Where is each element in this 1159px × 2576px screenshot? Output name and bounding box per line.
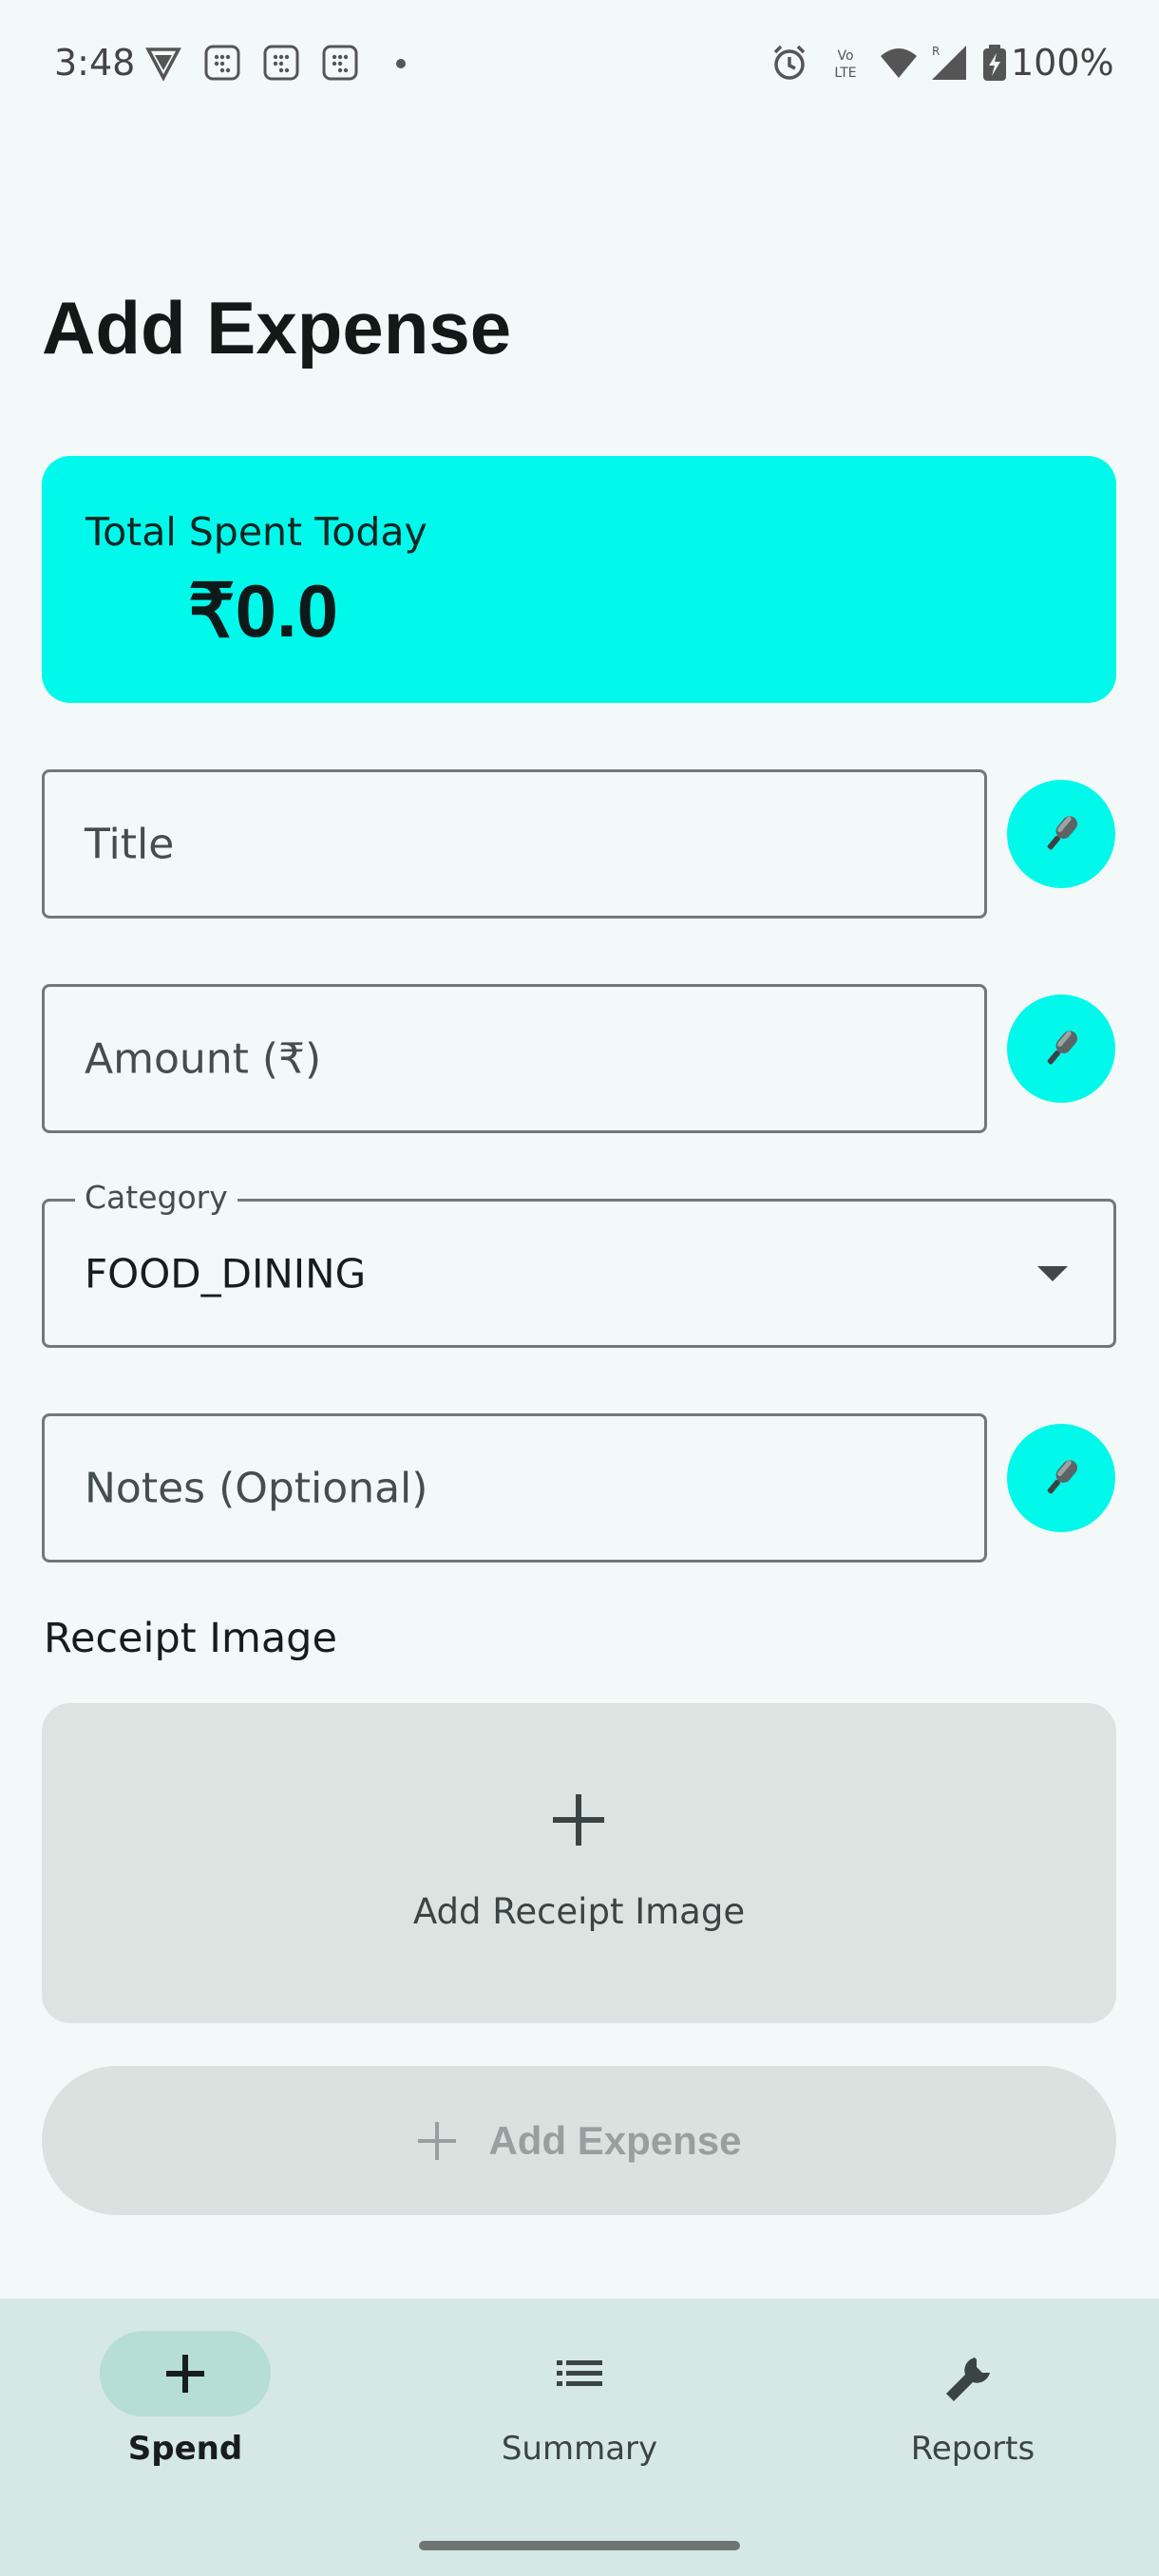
svg-text:R: R bbox=[932, 45, 940, 58]
battery-charging-icon bbox=[983, 45, 1006, 81]
add-receipt-image-label: Add Receipt Image bbox=[412, 1891, 746, 1932]
app-notification-icon bbox=[204, 45, 240, 81]
amount-field[interactable]: Amount (₹) bbox=[42, 984, 987, 1133]
nav-label-reports: Reports bbox=[910, 2430, 1036, 2468]
alarm-icon bbox=[773, 45, 806, 80]
plus-icon bbox=[166, 2355, 204, 2393]
category-dropdown[interactable]: Category FOOD_DINING bbox=[42, 1179, 1116, 1348]
amount-mic-button[interactable] bbox=[1007, 994, 1115, 1103]
microphone-icon bbox=[1047, 1031, 1077, 1065]
title-placeholder: Title bbox=[85, 820, 175, 868]
plus-icon bbox=[553, 1794, 604, 1846]
amount-placeholder: Amount (₹) bbox=[85, 1034, 322, 1083]
nav-label-summary: Summary bbox=[501, 2430, 658, 2468]
total-spent-label: Total Spent Today bbox=[86, 509, 428, 555]
bottom-navigation: Spend Summary Reports bbox=[0, 2299, 1159, 2576]
microphone-icon bbox=[1047, 816, 1077, 850]
svg-text:Vo: Vo bbox=[837, 48, 853, 64]
page-title: Add Expense bbox=[42, 286, 512, 369]
signal-icon: R bbox=[932, 45, 966, 80]
wrench-icon bbox=[946, 2358, 990, 2401]
notes-field[interactable]: Notes (Optional) bbox=[42, 1413, 987, 1563]
total-spent-value: ₹0.0 bbox=[188, 569, 339, 653]
volte-icon: Vo LTE bbox=[834, 48, 856, 81]
notes-placeholder: Notes (Optional) bbox=[85, 1464, 428, 1512]
app-notification-icon bbox=[263, 45, 299, 81]
add-expense-button[interactable]: Add Expense bbox=[42, 2066, 1116, 2215]
app-notification-icon bbox=[322, 45, 358, 81]
status-time: 3:48 bbox=[54, 42, 136, 84]
nav-item-spend[interactable]: Spend bbox=[43, 2299, 328, 2527]
list-icon bbox=[557, 2360, 602, 2386]
nav-item-reports[interactable]: Reports bbox=[830, 2299, 1115, 2527]
notes-mic-button[interactable] bbox=[1007, 1424, 1115, 1532]
plus-icon bbox=[418, 2121, 457, 2160]
category-value: FOOD_DINING bbox=[85, 1250, 367, 1297]
category-label: Category bbox=[75, 1179, 238, 1216]
svg-text:LTE: LTE bbox=[834, 66, 856, 81]
vpn-icon bbox=[145, 47, 181, 82]
gesture-navigation-bar[interactable] bbox=[419, 2541, 740, 2550]
total-spent-card: Total Spent Today ₹0.0 bbox=[42, 456, 1116, 703]
nav-item-summary[interactable]: Summary bbox=[437, 2299, 722, 2527]
title-mic-button[interactable] bbox=[1007, 780, 1115, 888]
status-bar: 3:48 Vo LTE R 100% bbox=[0, 0, 1159, 133]
receipt-section-label: Receipt Image bbox=[44, 1615, 337, 1662]
title-field[interactable]: Title bbox=[42, 769, 987, 919]
wifi-icon bbox=[881, 48, 917, 78]
battery-percentage: 100% bbox=[1011, 42, 1114, 84]
dot-icon bbox=[396, 59, 406, 68]
add-expense-button-label: Add Expense bbox=[488, 2117, 742, 2163]
microphone-icon bbox=[1047, 1460, 1077, 1494]
screen: 3:48 Vo LTE R 100% Add Expense Total Spe… bbox=[0, 0, 1159, 2576]
add-receipt-image-button[interactable]: Add Receipt Image bbox=[42, 1703, 1116, 2023]
dropdown-arrow-icon[interactable] bbox=[1037, 1265, 1068, 1281]
nav-label-spend: Spend bbox=[127, 2430, 243, 2468]
